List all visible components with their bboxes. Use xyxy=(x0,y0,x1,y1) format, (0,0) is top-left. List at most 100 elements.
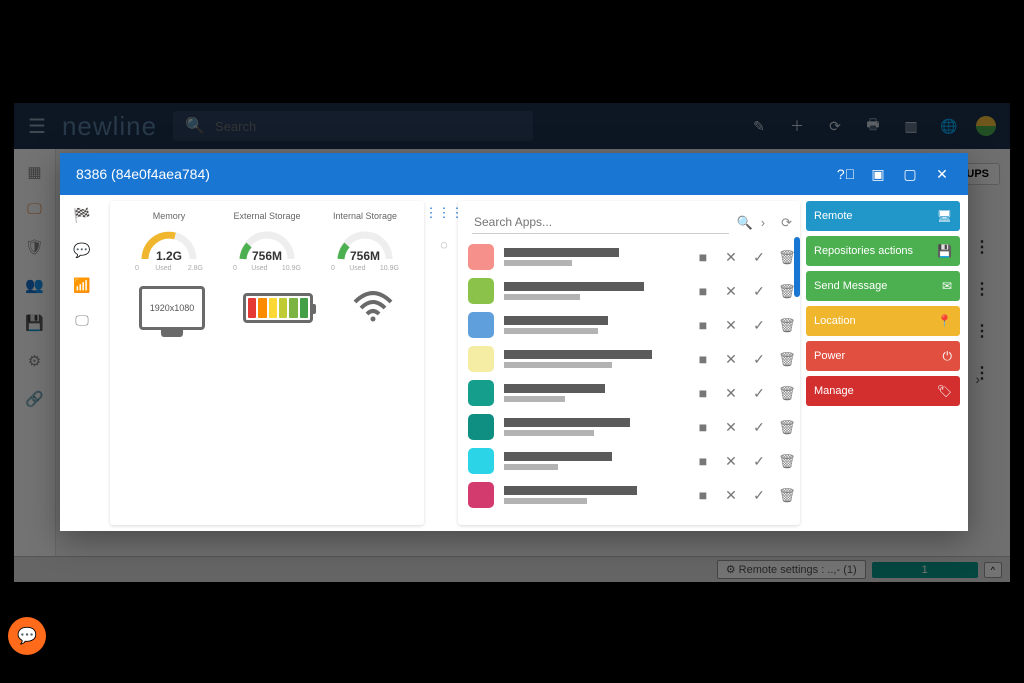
action-icon: 🏷 xyxy=(937,384,952,398)
wifi-icon xyxy=(351,288,395,329)
apps-view-tools: ⋮⋮⋮ ◌ xyxy=(430,195,458,531)
action-label: Send Message xyxy=(814,280,887,292)
app-color-icon xyxy=(468,482,494,508)
stop-icon[interactable]: ■ xyxy=(694,487,712,503)
action-label: Power xyxy=(814,350,845,362)
app-row[interactable]: ■ ✕ ✓ 🗑 xyxy=(468,376,796,410)
action-icon: 🖥 xyxy=(937,209,952,223)
action-location[interactable]: Location 📍 xyxy=(806,306,960,336)
action-label: Remote xyxy=(814,210,853,222)
action-label: Location xyxy=(814,315,856,327)
actions-panel: Remote 🖥 Repositories actions 💾 Send Message… xyxy=(800,195,968,531)
stop-icon[interactable]: ■ xyxy=(694,317,712,333)
app-color-icon xyxy=(468,244,494,270)
app-color-icon xyxy=(468,278,494,304)
wifi-tab-icon[interactable]: 📶 xyxy=(73,277,90,294)
trash-icon[interactable]: 🗑 xyxy=(778,487,796,504)
app-color-icon xyxy=(468,380,494,406)
trash-icon[interactable]: 🗑 xyxy=(778,419,796,436)
modal-header: 8386 (84e0f4aea784) ?⃝ ▣ ▢ ✕ xyxy=(60,153,968,195)
next-icon[interactable]: › xyxy=(761,215,765,230)
stop-icon[interactable]: ■ xyxy=(694,283,712,299)
app-color-icon xyxy=(468,448,494,474)
search-icon[interactable]: 🔍 xyxy=(737,215,753,231)
check-icon[interactable]: ✓ xyxy=(750,385,768,402)
action-icon: ⏻ xyxy=(943,349,953,364)
action-icon: 📍 xyxy=(937,314,952,328)
app-name-placeholder xyxy=(504,316,684,334)
select-area-icon[interactable]: ▣ xyxy=(868,166,888,183)
action-icon: 💾 xyxy=(937,244,952,258)
check-icon[interactable]: ✓ xyxy=(750,317,768,334)
memory-gauge: Memory 1.2G 0Used2.8G xyxy=(124,211,214,272)
gauge-tab-icon[interactable]: 🏁 xyxy=(73,207,90,224)
action-icon: ✉ xyxy=(942,279,952,293)
app-row[interactable]: ■ ✕ ✓ 🗑 xyxy=(468,444,796,478)
close-icon[interactable]: ✕ xyxy=(722,453,740,470)
app-name-placeholder xyxy=(504,418,684,436)
modal-sidebar: 🏁 💬 📶 🖵 xyxy=(60,195,104,531)
action-remote[interactable]: Remote 🖥 xyxy=(806,201,960,231)
action-send-message[interactable]: Send Message ✉ xyxy=(806,271,960,301)
screen-tab-icon[interactable]: 🖵 xyxy=(75,312,89,329)
app-color-icon xyxy=(468,312,494,338)
trash-icon[interactable]: 🗑 xyxy=(778,385,796,402)
close-icon[interactable]: ✕ xyxy=(932,166,952,183)
check-icon[interactable]: ✓ xyxy=(750,351,768,368)
close-icon[interactable]: ✕ xyxy=(722,351,740,368)
apps-panel: 🔍 › ⟳ ■ ✕ ✓ 🗑 ■ ✕ ✓ 🗑 ■ ✕ ✓ 🗑 ■ ✕ ✓ 🗑 ■ … xyxy=(458,201,800,525)
action-label: Repositories actions xyxy=(814,245,913,257)
internal-storage-gauge: Internal Storage 756M 0Used10.9G xyxy=(320,211,410,272)
modal-overlay: 8386 (84e0f4aea784) ?⃝ ▣ ▢ ✕ 🏁 💬 📶 🖵 Mem… xyxy=(14,103,1010,582)
battery-level xyxy=(243,293,313,323)
display-resolution: 1920x1080 xyxy=(139,286,205,330)
trash-icon[interactable]: 🗑 xyxy=(778,453,796,470)
action-power[interactable]: Power ⏻ xyxy=(806,341,960,371)
stop-icon[interactable]: ■ xyxy=(694,419,712,435)
stop-icon[interactable]: ■ xyxy=(694,385,712,401)
app-row[interactable]: ■ ✕ ✓ 🗑 xyxy=(468,240,796,274)
app-color-icon xyxy=(468,346,494,372)
app-row[interactable]: ■ ✕ ✓ 🗑 xyxy=(468,410,796,444)
app-row[interactable]: ■ ✕ ✓ 🗑 xyxy=(468,478,796,512)
apps-list: ■ ✕ ✓ 🗑 ■ ✕ ✓ 🗑 ■ ✕ ✓ 🗑 ■ ✕ ✓ 🗑 ■ ✕ ✓ 🗑 … xyxy=(468,240,796,525)
apps-search-input[interactable] xyxy=(472,211,729,234)
trash-icon[interactable]: 🗑 xyxy=(778,317,796,334)
app-row[interactable]: ■ ✕ ✓ 🗑 xyxy=(468,274,796,308)
check-icon[interactable]: ✓ xyxy=(750,487,768,504)
app-row[interactable]: ■ ✕ ✓ 🗑 xyxy=(468,342,796,376)
open-window-icon[interactable]: ▢ xyxy=(900,166,920,183)
sync-icon[interactable]: ◌ xyxy=(440,237,448,252)
app-name-placeholder xyxy=(504,486,684,504)
close-icon[interactable]: ✕ xyxy=(722,419,740,436)
chat-tab-icon[interactable]: 💬 xyxy=(73,242,90,259)
check-icon[interactable]: ✓ xyxy=(750,453,768,470)
close-icon[interactable]: ✕ xyxy=(722,249,740,266)
close-icon[interactable]: ✕ xyxy=(722,283,740,300)
stop-icon[interactable]: ■ xyxy=(694,249,712,265)
close-icon[interactable]: ✕ xyxy=(722,317,740,334)
apps-search-row: 🔍 › ⟳ xyxy=(468,209,796,240)
check-icon[interactable]: ✓ xyxy=(750,419,768,436)
action-manage[interactable]: Manage 🏷 xyxy=(806,376,960,406)
app-name-placeholder xyxy=(504,282,684,300)
app-row[interactable]: ■ ✕ ✓ 🗑 xyxy=(468,308,796,342)
apps-scrollbar[interactable] xyxy=(794,237,800,297)
check-icon[interactable]: ✓ xyxy=(750,283,768,300)
close-icon[interactable]: ✕ xyxy=(722,385,740,402)
help-icon[interactable]: ?⃝ xyxy=(836,166,856,182)
modal-title: 8386 (84e0f4aea784) xyxy=(76,166,824,182)
app-name-placeholder xyxy=(504,248,684,266)
action-repositories-actions[interactable]: Repositories actions 💾 xyxy=(806,236,960,266)
check-icon[interactable]: ✓ xyxy=(750,249,768,266)
action-label: Manage xyxy=(814,385,854,397)
device-modal: 8386 (84e0f4aea784) ?⃝ ▣ ▢ ✕ 🏁 💬 📶 🖵 Mem… xyxy=(60,153,968,531)
stop-icon[interactable]: ■ xyxy=(694,351,712,367)
refresh-apps-icon[interactable]: ⟳ xyxy=(781,215,792,231)
app-color-icon xyxy=(468,414,494,440)
app-name-placeholder xyxy=(504,350,684,368)
close-icon[interactable]: ✕ xyxy=(722,487,740,504)
trash-icon[interactable]: 🗑 xyxy=(778,351,796,368)
stop-icon[interactable]: ■ xyxy=(694,453,712,469)
chat-bubble[interactable]: 💬 xyxy=(8,617,46,655)
